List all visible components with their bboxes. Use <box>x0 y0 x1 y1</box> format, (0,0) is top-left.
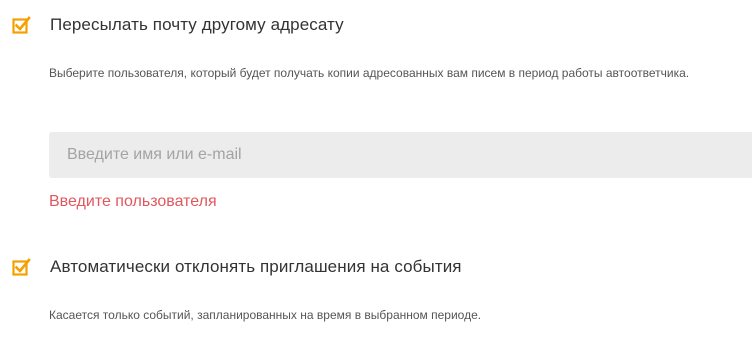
autoresponder-options: Пересылать почту другому адресату Выбери… <box>0 0 752 349</box>
forward-mail-title: Пересылать почту другому адресату <box>50 15 344 34</box>
decline-invites-title: Автоматически отклонять приглашения на с… <box>50 257 462 276</box>
decline-invites-hint: Касается только событий, запланированных… <box>49 308 482 322</box>
user-search-input[interactable] <box>49 132 752 178</box>
decline-invites-option[interactable]: Автоматически отклонять приглашения на с… <box>12 257 462 277</box>
user-error-message: Введите пользователя <box>49 193 217 210</box>
forward-mail-option[interactable]: Пересылать почту другому адресату <box>12 15 344 35</box>
checkbox-checked-icon <box>12 258 31 276</box>
user-input-container <box>49 132 752 178</box>
decline-invites-checkbox[interactable] <box>12 257 32 277</box>
forward-mail-checkbox[interactable] <box>12 15 32 35</box>
forward-mail-hint: Выберите пользователя, который будет пол… <box>49 66 690 80</box>
checkbox-checked-icon <box>12 16 31 34</box>
